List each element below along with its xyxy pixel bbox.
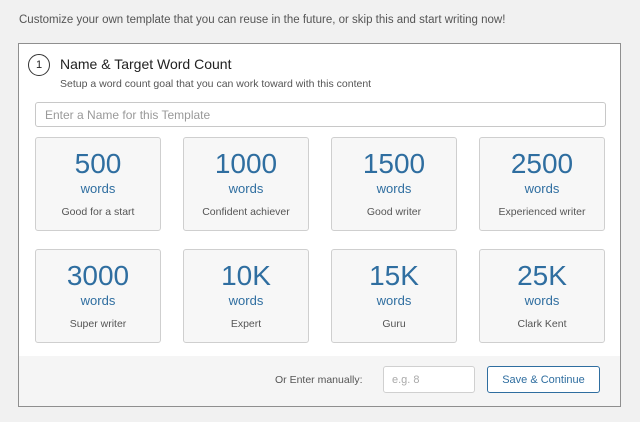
card-unit: words [524,293,560,308]
manual-word-count-input[interactable] [383,366,475,393]
word-count-card-10k[interactable]: 10K words Expert [183,249,309,343]
card-unit: words [376,181,412,196]
card-description: Clark Kent [517,318,567,330]
word-count-card-2500[interactable]: 2500 words Experienced writer [479,137,605,231]
card-number: 500 [74,148,122,179]
card-unit: words [228,293,264,308]
intro-text: Customize your own template that you can… [19,14,506,26]
word-count-card-25k[interactable]: 25K words Clark Kent [479,249,605,343]
card-number: 2500 [510,148,574,179]
card-description: Experienced writer [498,206,586,218]
card-description: Confident achiever [202,206,290,218]
card-number: 1000 [214,148,278,179]
word-count-card-1500[interactable]: 1500 words Good writer [331,137,457,231]
word-count-card-500[interactable]: 500 words Good for a start [35,137,161,231]
step-title: Name & Target Word Count [60,56,232,72]
card-number: 25K [517,260,567,291]
card-unit: words [80,293,116,308]
save-continue-button[interactable]: Save & Continue [487,366,600,393]
template-name-input[interactable] [35,102,606,127]
card-description: Expert [230,318,262,330]
card-number: 10K [221,260,271,291]
card-description: Good writer [366,206,422,218]
manual-entry-label: Or Enter manually: [275,374,363,386]
card-description: Super writer [69,318,127,330]
card-number: 15K [369,260,419,291]
card-number: 3000 [66,260,130,291]
card-unit: words [524,181,560,196]
word-count-card-1000[interactable]: 1000 words Confident achiever [183,137,309,231]
word-count-card-3000[interactable]: 3000 words Super writer [35,249,161,343]
step-number-badge: 1 [28,54,50,76]
card-unit: words [80,181,116,196]
panel-footer: Or Enter manually: Save & Continue [19,356,620,406]
step-subtitle: Setup a word count goal that you can wor… [60,78,372,90]
word-count-card-15k[interactable]: 15K words Guru [331,249,457,343]
card-unit: words [228,181,264,196]
card-number: 1500 [362,148,426,179]
card-description: Good for a start [61,206,135,218]
card-unit: words [376,293,412,308]
card-description: Guru [382,318,406,330]
template-panel: 1 Name & Target Word Count Setup a word … [18,43,621,407]
